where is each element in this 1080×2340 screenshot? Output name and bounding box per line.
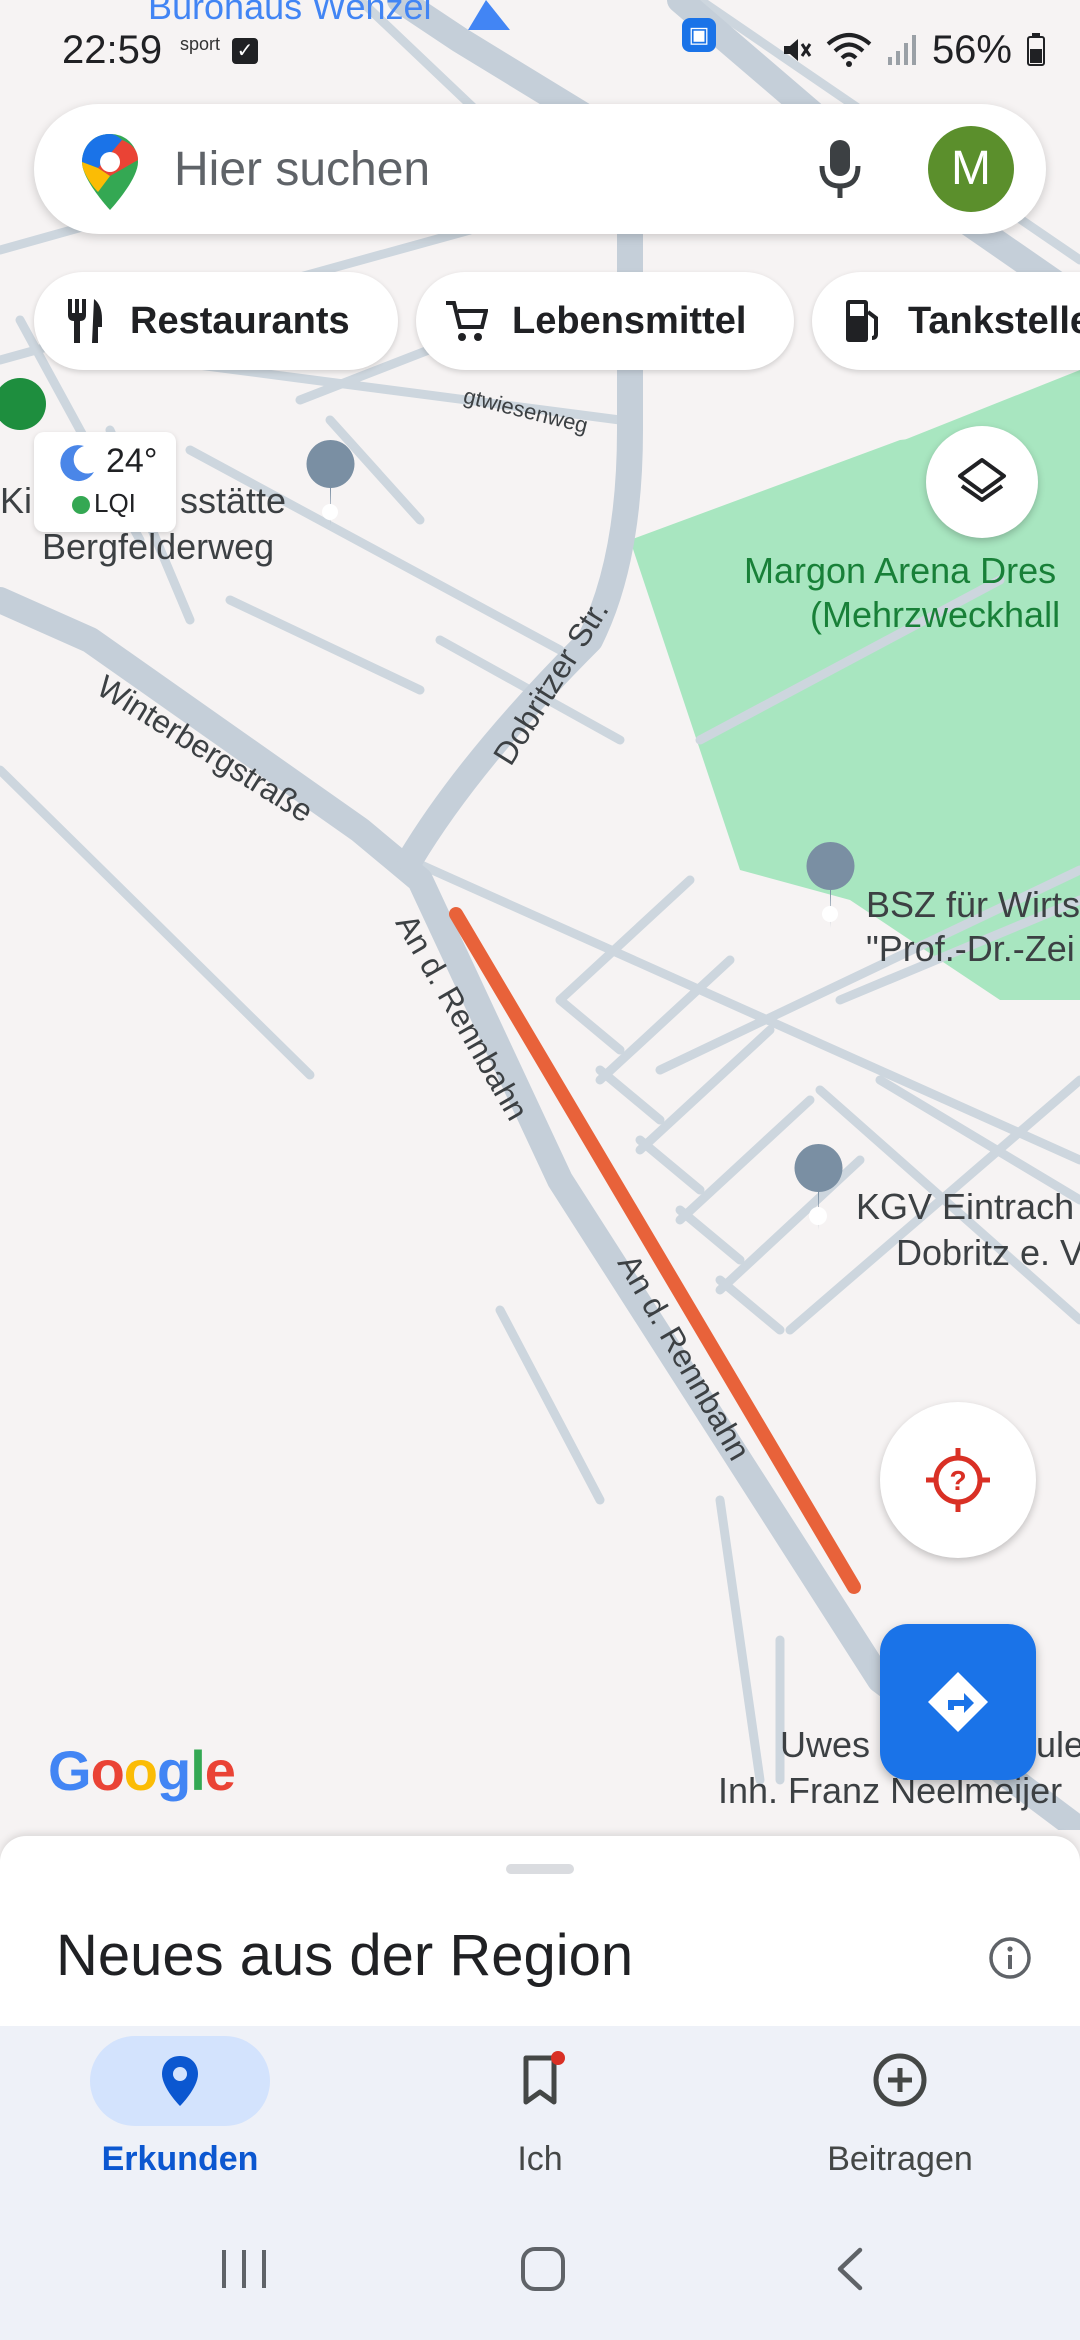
map-label-poi[interactable]: Bergfelderweg [42,526,274,568]
logo-letter: G [48,1739,92,1802]
nav-contribute[interactable]: Beitragen [720,2026,1080,2202]
back-icon[interactable] [830,2246,870,2292]
directions-button[interactable] [880,1624,1036,1780]
nav-label: Erkunden [101,2140,259,2178]
system-navigation-bar [0,2202,1080,2340]
nav-me[interactable]: Ich [360,2026,720,2202]
info-icon[interactable] [988,1936,1032,1980]
my-location-button[interactable]: ? [880,1402,1036,1558]
logo-letter: o [123,1739,158,1802]
fork-knife-icon [60,297,108,345]
logo-letter: o [90,1739,125,1802]
map-label-poi[interactable]: BSZ für Wirts [866,884,1080,926]
weather-temperature: 24° [106,442,158,480]
explore-pin-icon [162,2056,198,2106]
nav-label: Ich [517,2140,563,2178]
google-maps-pin-icon [82,134,138,210]
battery-icon [1027,33,1045,66]
search-bar[interactable]: Hier suchen M [34,104,1046,234]
map-label-poi[interactable]: Margon Arena Dres [744,550,1056,592]
chip-label: Restaurants [130,299,350,342]
aqi-indicator [72,496,90,514]
layers-icon [958,458,1006,502]
map-label-poi[interactable]: ule, [1036,1724,1080,1766]
google-logo: Google [48,1738,236,1803]
chip-restaurants[interactable]: Restaurants [34,272,398,370]
mute-icon [783,39,812,61]
logo-letter: e [204,1739,236,1802]
chip-gas-stations[interactable]: Tankstelle [812,272,1080,370]
add-circle-icon [873,2053,927,2107]
chip-label: Tankstelle [908,299,1080,342]
chip-groceries[interactable]: Lebensmittel [416,272,794,370]
home-icon[interactable] [518,2244,568,2294]
weather-aqi-label: LQI [94,488,136,518]
search-input[interactable]: Hier suchen [174,142,430,197]
fuel-icon [838,297,886,345]
map-label-poi[interactable]: (Mehrzweckhall [810,594,1060,636]
directions-icon [928,1672,988,1732]
map-label-poi[interactable]: Uwes [780,1724,870,1766]
avatar[interactable]: M [928,126,1014,212]
sport-icon: sport [180,34,221,54]
map-label-poi[interactable]: Dobritz e. V [896,1232,1080,1274]
location-unknown-icon: ? [926,1448,990,1512]
nav-explore[interactable]: Erkunden [0,2026,360,2202]
mic-icon[interactable] [810,134,870,204]
moon-icon [60,445,94,482]
sheet-drag-handle[interactable] [506,1864,574,1874]
map-label-poi[interactable]: sstätte [180,480,286,522]
status-bar: 22:59 sport ✓ ▣ 56% [0,0,1080,100]
sheet-title: Neues aus der Region [56,1923,634,1988]
checkbox-notification-icon: ✓ [232,38,258,64]
map-label-poi[interactable]: "Prof.-Dr.-Zei [866,928,1075,970]
logo-letter: l [190,1739,206,1802]
battery-percent: 56% [931,27,1012,72]
signal-icon [887,35,916,65]
bus-icon: ▣ [682,18,716,52]
status-time: 22:59 [62,28,163,72]
nav-label: Beitragen [827,2140,973,2178]
weather-widget[interactable]: 24° LQI [34,432,176,532]
layers-button[interactable] [926,426,1038,538]
cart-icon [442,297,490,345]
bookmark-icon [523,2051,565,2105]
map-label-poi[interactable]: KGV Eintrach [856,1186,1074,1228]
svg-text:?: ? [949,1465,966,1496]
recent-apps-icon[interactable] [216,2246,272,2292]
wifi-icon [826,33,872,67]
chip-label: Lebensmittel [512,299,747,342]
bottom-navigation: Erkunden Ich Beitragen [0,2026,1080,2202]
status-right: 56% [780,28,1046,72]
logo-letter: g [157,1739,191,1802]
explore-sheet[interactable]: Neues aus der Region [0,1836,1080,2026]
